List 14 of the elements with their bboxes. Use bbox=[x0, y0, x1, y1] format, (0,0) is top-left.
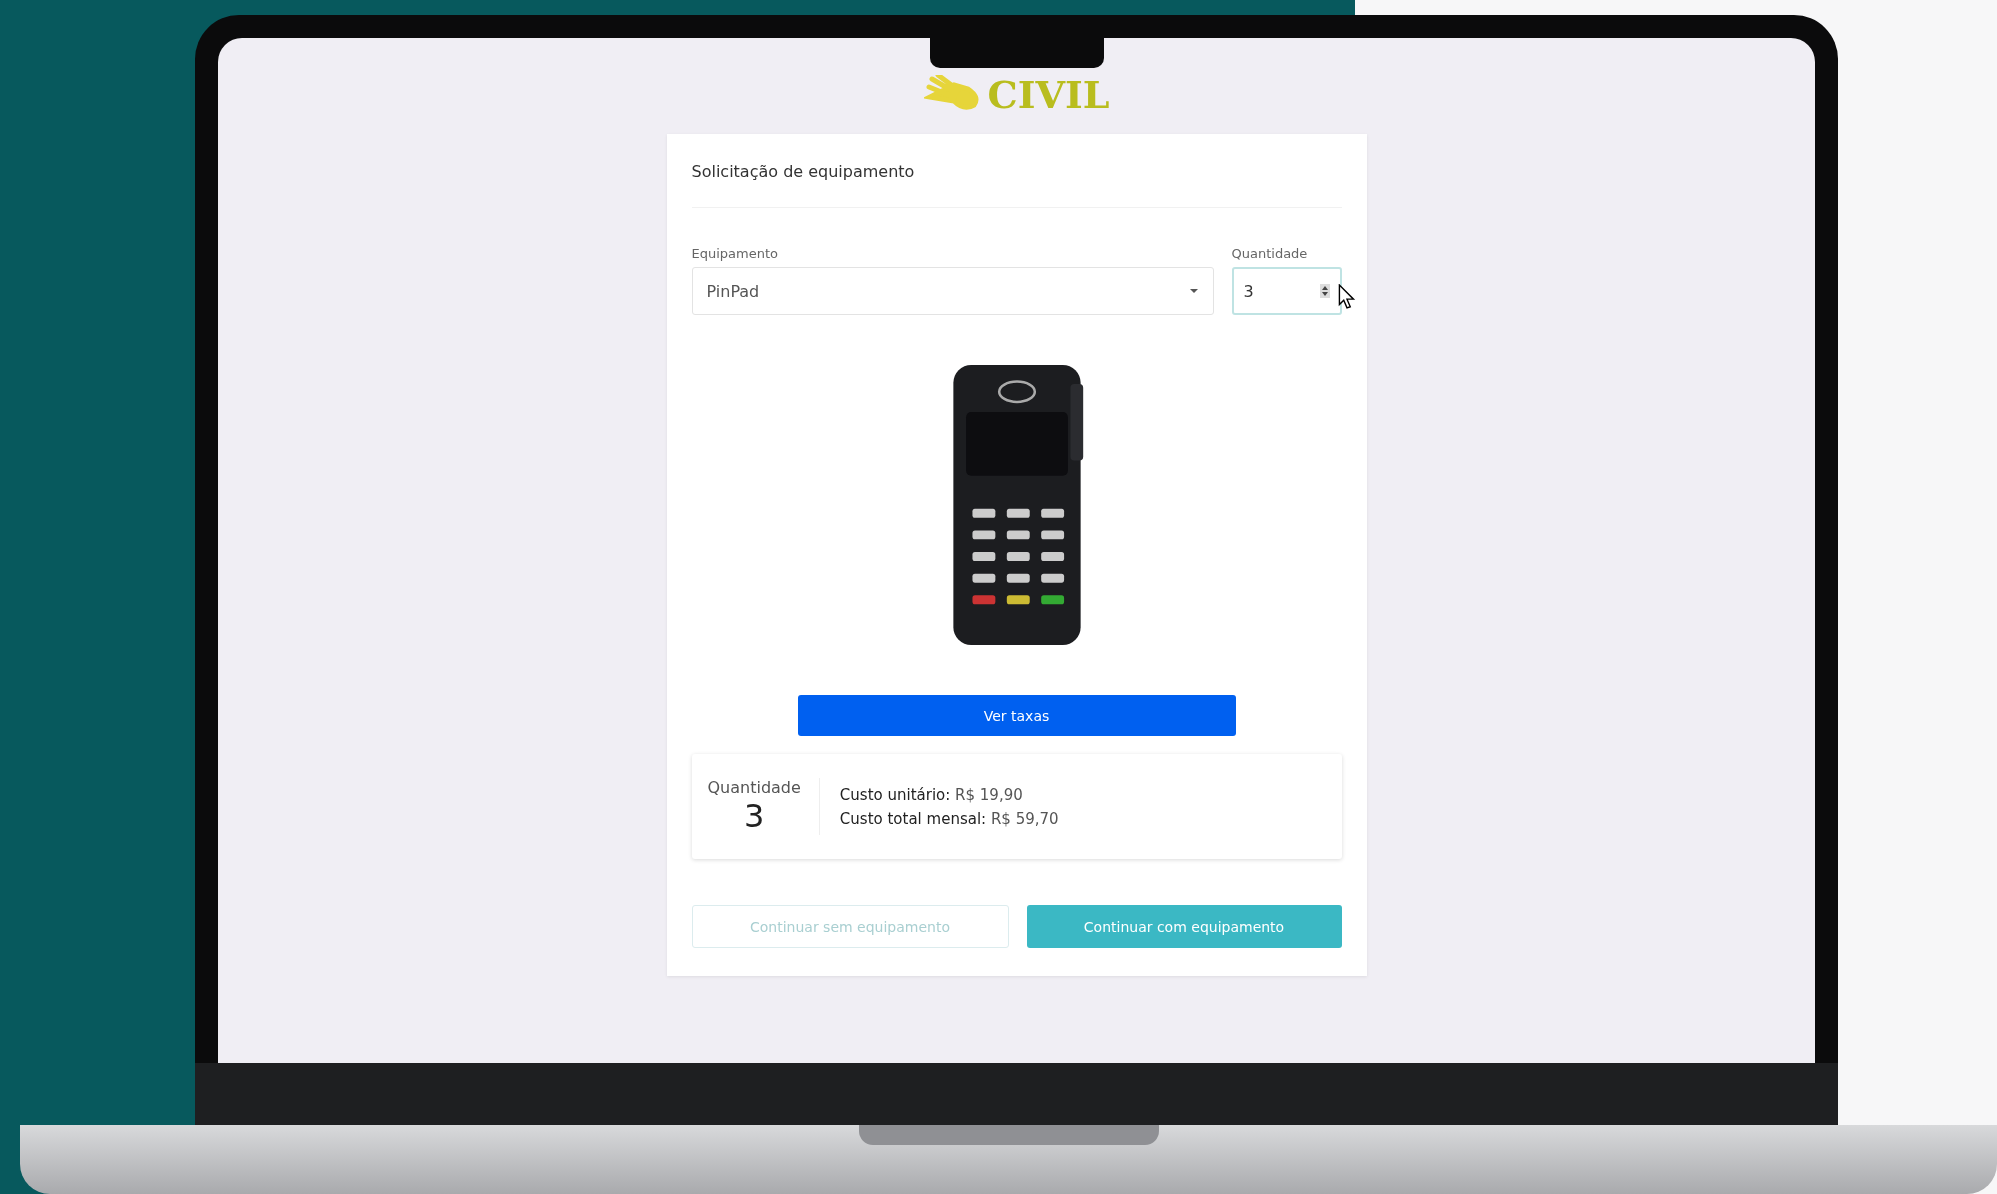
logo-text: CIVIL bbox=[987, 76, 1110, 114]
cost-line: Custo unitário: R$ 19,90 bbox=[839, 785, 1024, 804]
equipment-select[interactable]: PinPad bbox=[691, 267, 1214, 315]
spinner-icon bbox=[1319, 284, 1330, 298]
field-label: Equipamento bbox=[691, 246, 779, 261]
cost-line: Custo total mensal: R$ 59,70 bbox=[839, 809, 1059, 828]
quantity-field[interactable]: 3 bbox=[1231, 267, 1342, 315]
quantity-label: Quantidade bbox=[707, 778, 801, 797]
quantity-value: 3 bbox=[744, 797, 765, 835]
caret-icon bbox=[1188, 288, 1199, 294]
mouse-cursor-icon bbox=[1337, 284, 1356, 310]
view-rates-button[interactable]: Ver taxas bbox=[797, 695, 1236, 736]
card-title: Solicitação de equipamento bbox=[691, 162, 916, 181]
field-label: Quantidade bbox=[1231, 246, 1309, 261]
